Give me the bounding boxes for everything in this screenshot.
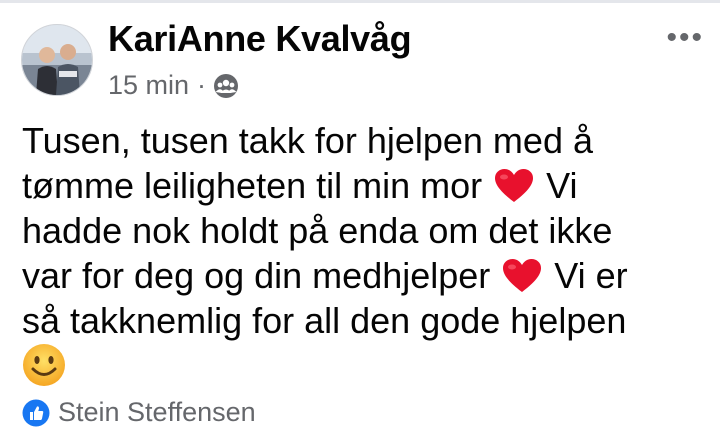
post-text-line: Vi er [544, 255, 628, 296]
meta-separator: · [197, 70, 207, 100]
author-avatar[interactable] [21, 24, 93, 96]
post-text-line: tømme leiligheten til min mor [22, 165, 493, 206]
reaction-summary[interactable]: Stein Steffensen [22, 397, 256, 428]
post-text-line: så takknemlig for all den gode hjelpen [22, 300, 627, 341]
reaction-names[interactable]: Stein Steffensen [58, 397, 256, 428]
post-time[interactable]: 15 min [108, 70, 189, 101]
like-icon [22, 399, 50, 427]
post-text-line: var for deg og din medhjelper [22, 255, 501, 296]
post-meta: 15 min · [108, 70, 239, 101]
post-text-line: hadde nok holdt på enda om det ikke [22, 210, 613, 251]
post-text: Tusen, tusen takk for hjelpen med å tømm… [22, 118, 708, 389]
red-heart-icon [494, 168, 534, 204]
top-divider [0, 0, 720, 3]
author-name[interactable]: KariAnne Kvalvåg [108, 18, 412, 60]
post-text-line: Tusen, tusen takk for hjelpen med å [22, 120, 593, 161]
friends-globe-icon[interactable] [213, 73, 239, 99]
more-options-button[interactable]: ••• [666, 23, 704, 53]
post-text-line: Vi [536, 165, 578, 206]
smiling-face-icon [22, 343, 66, 387]
red-heart-icon [502, 258, 542, 294]
